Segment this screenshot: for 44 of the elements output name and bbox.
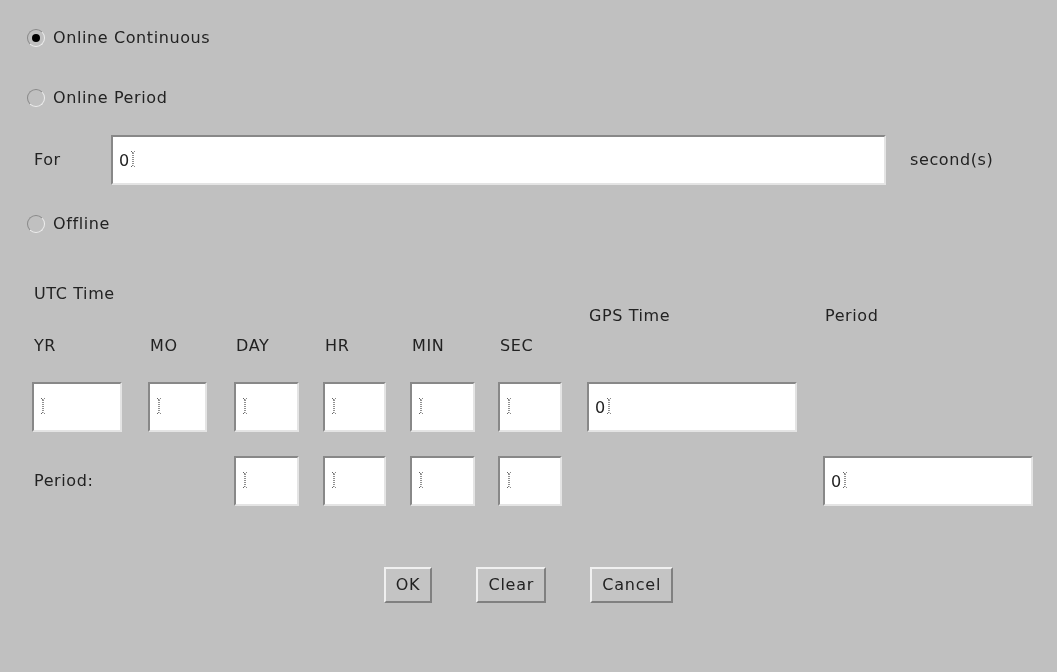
row-label: Period:	[34, 470, 94, 492]
radio-label: Online Period	[53, 87, 168, 109]
unit-label: second(s)	[910, 149, 994, 171]
input-field[interactable]	[410, 382, 475, 432]
text-cursor-icon	[842, 471, 848, 489]
input-field[interactable]	[234, 456, 299, 506]
column-header: YR	[33, 335, 58, 357]
input-field[interactable]: 0	[587, 382, 797, 432]
text-cursor-icon	[331, 471, 337, 489]
field-label: For	[33, 149, 62, 171]
column-header: GPS Time	[588, 305, 672, 327]
input-field[interactable]	[148, 382, 207, 432]
dialog-button[interactable]: OK	[383, 567, 433, 603]
input-field[interactable]	[323, 382, 386, 432]
text-cursor-icon	[606, 397, 612, 415]
column-header: MO	[149, 335, 179, 357]
input-field[interactable]	[32, 382, 122, 432]
input-field[interactable]	[323, 456, 386, 506]
text-cursor-icon	[506, 471, 512, 489]
text-cursor-icon	[242, 471, 248, 489]
text-cursor-icon	[156, 397, 162, 415]
column-header: SEC	[499, 335, 535, 357]
text-cursor-icon	[130, 150, 136, 168]
text-cursor-icon	[418, 397, 424, 415]
dialog-button[interactable]: Clear	[476, 567, 547, 603]
text-cursor-icon	[242, 397, 248, 415]
column-header: MIN	[411, 335, 446, 357]
dialog-button[interactable]: Cancel	[590, 567, 674, 603]
radio-label: Online Continuous	[53, 27, 211, 49]
text-cursor-icon	[40, 397, 46, 415]
section-label: UTC Time	[34, 283, 115, 305]
input-field[interactable]	[498, 382, 562, 432]
column-header: HR	[324, 335, 351, 357]
column-header: DAY	[235, 335, 271, 357]
text-cursor-icon	[418, 471, 424, 489]
input-field[interactable]: 0	[823, 456, 1033, 506]
column-header: Period	[824, 305, 880, 327]
input-field[interactable]: 0	[111, 135, 886, 185]
input-field[interactable]	[498, 456, 562, 506]
input-field[interactable]	[410, 456, 475, 506]
text-cursor-icon	[331, 397, 337, 415]
text-cursor-icon	[506, 397, 512, 415]
input-field[interactable]	[234, 382, 299, 432]
radio-label: Offline	[53, 213, 110, 235]
